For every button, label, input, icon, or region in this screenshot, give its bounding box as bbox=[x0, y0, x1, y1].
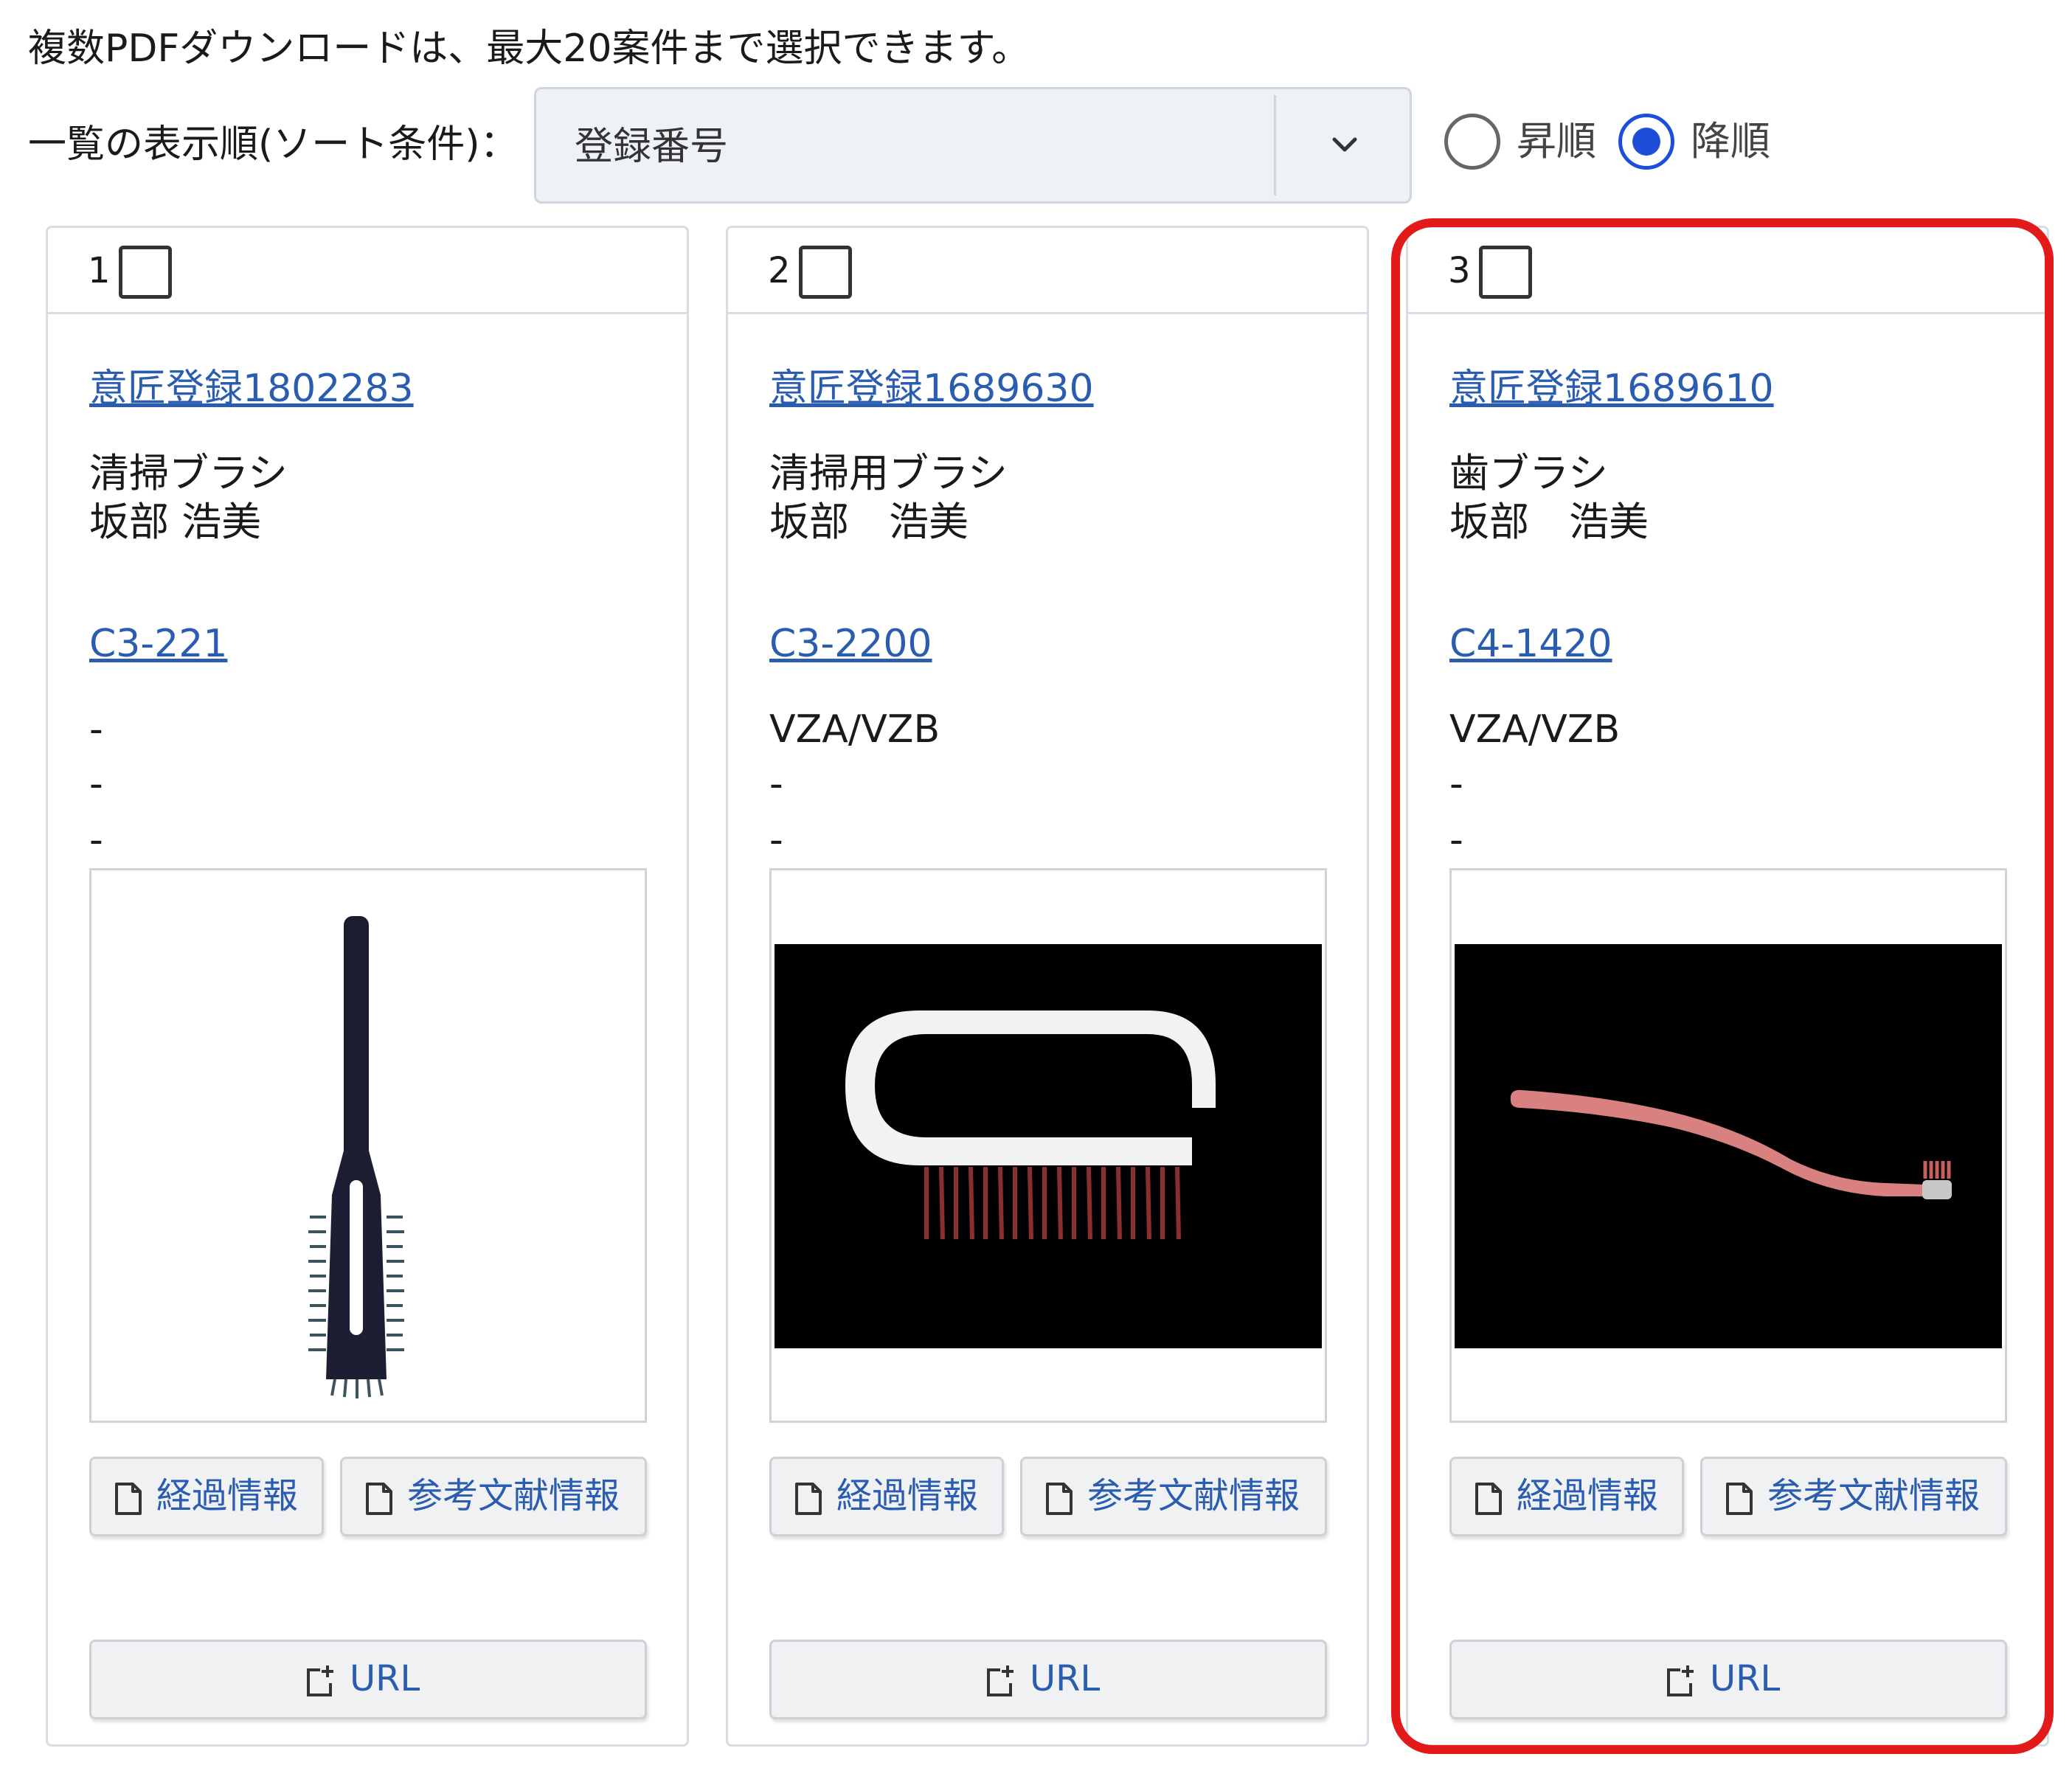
vertical-cleaning-brush-image bbox=[308, 916, 404, 1398]
card-number: 2 bbox=[768, 250, 791, 291]
document-icon bbox=[1726, 1483, 1753, 1515]
result-card: 2 意匠登録1689630 清掃用ブラシ 坂部 浩美 C3-2200 VZA/V… bbox=[726, 226, 1369, 1747]
document-icon bbox=[1475, 1483, 1502, 1515]
design-image[interactable] bbox=[769, 868, 1327, 1423]
sort-controls: 一覧の表示順(ソート条件)： 登録番号 昇順 降順 bbox=[28, 87, 1946, 205]
document-icon bbox=[1046, 1483, 1073, 1515]
result-card: 3 意匠登録1689610 歯ブラシ 坂部 浩美 C4-1420 VZA/VZB… bbox=[1406, 226, 2049, 1747]
card-number: 1 bbox=[88, 250, 111, 291]
radio-descending-label[interactable]: 降順 bbox=[1691, 117, 1770, 167]
reference-button[interactable]: 参考文献情報 bbox=[340, 1457, 647, 1536]
article-name: 清掃用ブラシ bbox=[769, 450, 1008, 496]
card-select-checkbox[interactable] bbox=[799, 246, 852, 299]
detail-line-2: - bbox=[769, 762, 783, 806]
share-url-icon bbox=[1667, 1665, 1694, 1696]
sort-label: 一覧の表示順(ソート条件)： bbox=[28, 122, 519, 167]
chevron-down-icon bbox=[1332, 137, 1357, 152]
sort-select-value: 登録番号 bbox=[575, 125, 729, 169]
sort-select[interactable]: 登録番号 bbox=[534, 87, 1412, 204]
article-name: 歯ブラシ bbox=[1449, 450, 1608, 496]
detail-line-1: VZA/VZB bbox=[769, 707, 940, 752]
document-icon bbox=[795, 1483, 822, 1515]
history-button-label: 経過情報 bbox=[156, 1475, 299, 1516]
card-number: 3 bbox=[1448, 250, 1471, 291]
design-image[interactable] bbox=[89, 868, 647, 1423]
multi-pdf-notice: 複数PDFダウンロードは、最大20案件まで選択できます。 bbox=[28, 27, 1030, 71]
classification-link[interactable]: C3-221 bbox=[89, 620, 227, 668]
url-button[interactable]: URL bbox=[89, 1640, 647, 1719]
registration-link[interactable]: 意匠登録1689630 bbox=[769, 365, 1094, 412]
history-button[interactable]: 経過情報 bbox=[769, 1457, 1004, 1536]
reference-button[interactable]: 参考文献情報 bbox=[1700, 1457, 2007, 1536]
reference-button-label: 参考文献情報 bbox=[1767, 1475, 1981, 1516]
creator-name: 坂部 浩美 bbox=[1449, 499, 1649, 545]
history-button[interactable]: 経過情報 bbox=[89, 1457, 324, 1536]
card-header: 3 bbox=[1408, 228, 2047, 314]
url-button-label: URL bbox=[350, 1658, 420, 1699]
handle-scrub-brush-image bbox=[775, 944, 1322, 1348]
detail-line-2: - bbox=[1449, 762, 1463, 806]
detail-line-2: - bbox=[89, 762, 103, 806]
card-header: 1 bbox=[48, 228, 687, 314]
detail-line-3: - bbox=[89, 818, 103, 862]
classification-link[interactable]: C3-2200 bbox=[769, 620, 932, 668]
url-button-label: URL bbox=[1030, 1658, 1101, 1699]
detail-line-1: VZA/VZB bbox=[1449, 707, 1621, 752]
radio-descending[interactable] bbox=[1618, 114, 1674, 170]
detail-line-3: - bbox=[769, 818, 783, 862]
creator-name: 坂部 浩美 bbox=[769, 499, 969, 545]
design-image[interactable] bbox=[1449, 868, 2007, 1423]
select-divider bbox=[1274, 95, 1276, 195]
history-button-label: 経過情報 bbox=[836, 1475, 979, 1516]
reference-button[interactable]: 参考文献情報 bbox=[1020, 1457, 1327, 1536]
classification-link[interactable]: C4-1420 bbox=[1449, 620, 1612, 668]
radio-ascending[interactable] bbox=[1444, 114, 1500, 170]
history-button-label: 経過情報 bbox=[1517, 1475, 1659, 1516]
document-icon bbox=[366, 1483, 392, 1515]
card-header: 2 bbox=[728, 228, 1367, 314]
registration-link[interactable]: 意匠登録1689610 bbox=[1449, 365, 1774, 412]
url-button[interactable]: URL bbox=[1449, 1640, 2007, 1719]
registration-link[interactable]: 意匠登録1802283 bbox=[89, 365, 414, 412]
toothbrush-image bbox=[1455, 944, 2002, 1348]
result-card: 1 意匠登録1802283 清掃ブラシ 坂部 浩美 C3-221 - - - 経… bbox=[46, 226, 689, 1747]
detail-line-1: - bbox=[89, 707, 103, 752]
url-button-label: URL bbox=[1710, 1658, 1781, 1699]
reference-button-label: 参考文献情報 bbox=[407, 1475, 620, 1516]
reference-button-label: 参考文献情報 bbox=[1087, 1475, 1300, 1516]
article-name: 清掃ブラシ bbox=[89, 450, 288, 496]
share-url-icon bbox=[987, 1665, 1014, 1696]
url-button[interactable]: URL bbox=[769, 1640, 1327, 1719]
card-select-checkbox[interactable] bbox=[119, 246, 172, 299]
detail-line-3: - bbox=[1449, 818, 1463, 862]
card-select-checkbox[interactable] bbox=[1479, 246, 1532, 299]
share-url-icon bbox=[307, 1665, 333, 1696]
creator-name: 坂部 浩美 bbox=[89, 499, 262, 545]
radio-ascending-label[interactable]: 昇順 bbox=[1517, 117, 1596, 167]
history-button[interactable]: 経過情報 bbox=[1449, 1457, 1684, 1536]
document-icon bbox=[115, 1483, 142, 1515]
